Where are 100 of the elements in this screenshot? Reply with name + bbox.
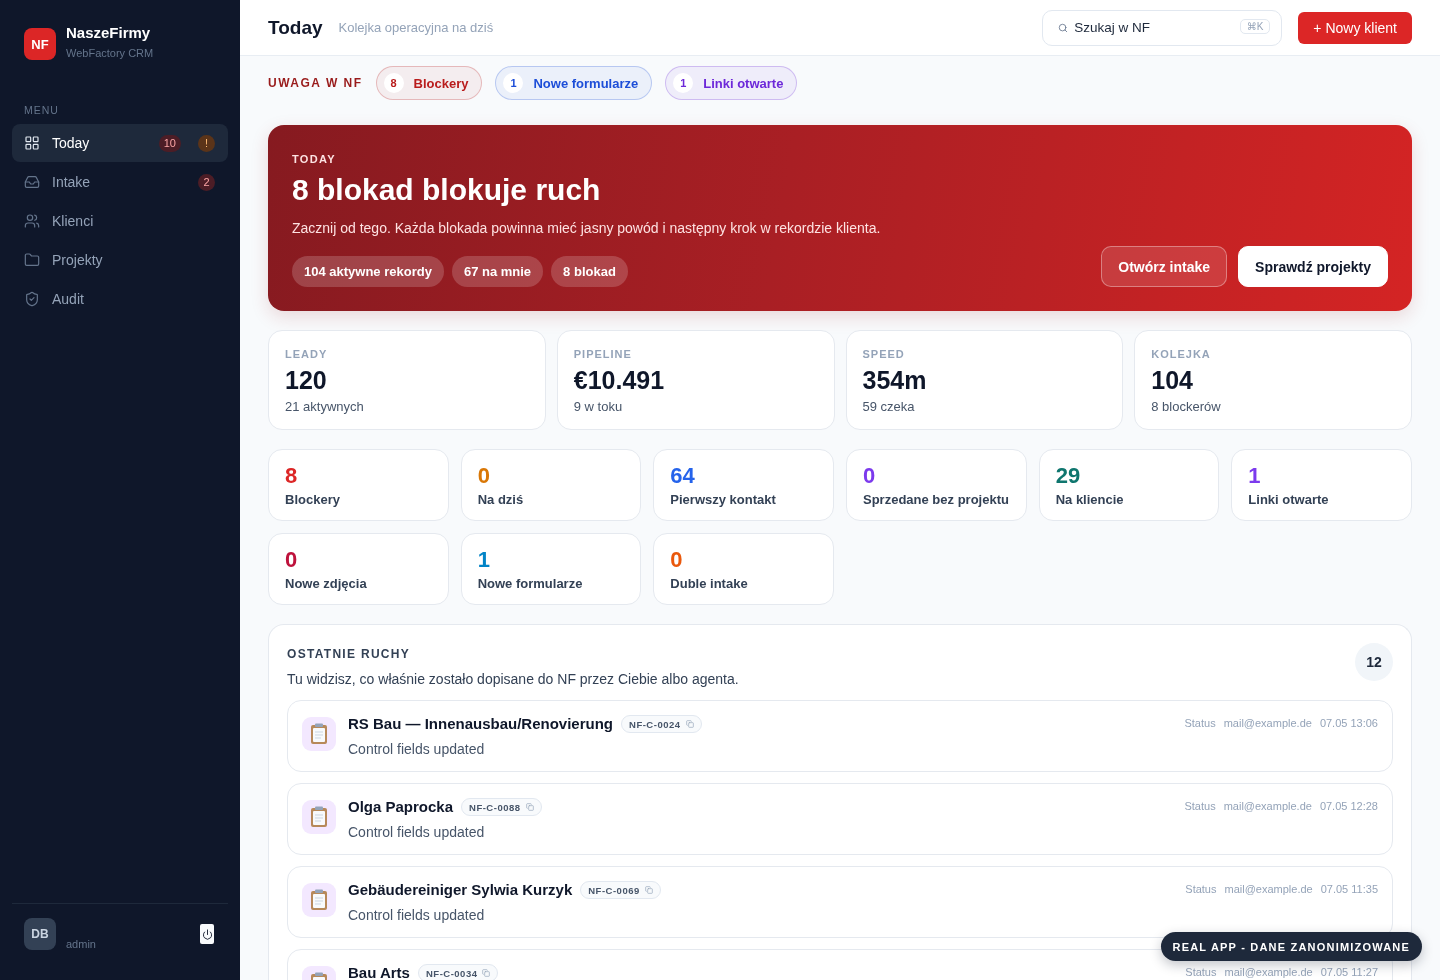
kpi-note: 9 w toku <box>573 398 624 416</box>
page-title: Today <box>268 16 323 39</box>
copy-id-button[interactable]: NF-C-0034 <box>417 964 499 980</box>
secondary-action-button[interactable]: Otwórz intake <box>1101 246 1228 287</box>
count-badge: 2 <box>198 173 215 191</box>
users-icon <box>24 213 40 229</box>
kpi-label: SPEED <box>862 348 906 361</box>
stat-chip: 104 aktywne rekordy <box>292 256 444 287</box>
copy-icon <box>685 720 694 728</box>
pill-count: 1 <box>673 73 694 93</box>
copy-icon <box>644 886 653 894</box>
attention-pill[interactable]: 8 Blockery <box>375 66 483 100</box>
attention-pill[interactable]: 1 Nowe formularze <box>495 66 653 100</box>
count-badge: ! <box>198 134 215 152</box>
counter-value: 0 <box>863 463 877 489</box>
attention-label: UWAGA W NF <box>268 76 363 90</box>
count-badge: 10 <box>158 134 181 152</box>
brand-name: NaszeFirmy <box>66 24 152 42</box>
counter-label: Nowe zdjęcia <box>285 575 368 593</box>
author-email: mail@example.de <box>1223 799 1312 813</box>
pill-label: Linki otwarte <box>703 75 784 91</box>
counter-label: Sprzedane bez projektu <box>863 491 1010 509</box>
change-type: Status <box>1184 716 1216 730</box>
search-icon <box>1058 22 1069 33</box>
hero-description: Zacznij od tego. Każda blokada powinna mieć jasny powód i następny krok w rekordzie klienta. <box>292 219 881 238</box>
pill-count: 8 <box>383 73 404 93</box>
timestamp: 07.05 11:35 <box>1320 882 1378 896</box>
nav-item[interactable]: Projekty <box>12 241 228 279</box>
folder-icon <box>24 252 40 268</box>
counter-card[interactable]: 64 Pierwszy kontakt <box>653 449 834 521</box>
page-subtitle: Kolejka operacyjna na dziś <box>338 20 494 35</box>
primary-action-button[interactable]: Sprawdź projekty <box>1238 246 1388 287</box>
copy-icon <box>525 803 534 811</box>
counter-label: Linki otwarte <box>1248 491 1330 509</box>
pill-label: Nowe formularze <box>533 75 639 91</box>
shortcut-hint: ⌘K <box>1239 18 1271 34</box>
logout-button[interactable] <box>200 924 214 944</box>
kpi-value: 120 <box>285 365 328 395</box>
counter-card[interactable]: 0 Na dziś <box>460 449 642 521</box>
counter-value: 64 <box>670 463 696 489</box>
logo-mark: NF <box>24 28 56 60</box>
user-name: admin <box>66 938 96 950</box>
counter-card[interactable]: 0 Duble intake <box>653 533 834 605</box>
shield-icon <box>24 291 40 307</box>
kpi-value: 354m <box>862 365 928 395</box>
counter-label: Duble intake <box>670 575 749 593</box>
pill-label: Blockery <box>413 75 469 91</box>
kpi-note: 59 czeka <box>862 398 916 416</box>
kpi-value: €10.491 <box>573 365 666 395</box>
kpi-note: 8 blockerów <box>1151 398 1222 416</box>
counter-label: Na dziś <box>477 491 525 509</box>
attention-pill[interactable]: 1 Linki otwarte <box>665 66 798 100</box>
counter-value: 1 <box>477 547 491 573</box>
timestamp: 07.05 13:06 <box>1319 716 1378 730</box>
item-summary: Control fields updated <box>348 740 486 759</box>
author-email: mail@example.de <box>1223 716 1312 730</box>
new-client-button[interactable]: + Nowy klient <box>1298 11 1412 44</box>
activity-item[interactable]: Gebäudereiniger Sylwia Kurzyk NF-C-0069 Control fields updated Status mail@example.de 07.05 11:35 <box>287 866 1393 938</box>
stat-chip: 8 blokad <box>551 256 628 287</box>
nav-item[interactable]: Audit <box>12 280 228 318</box>
menu-heading: MENU <box>24 104 60 116</box>
stat-chip: 67 na mnie <box>451 256 544 287</box>
counter-value: 29 <box>1055 463 1082 489</box>
copy-id-button[interactable]: NF-C-0069 <box>580 881 661 899</box>
copy-id-button[interactable]: NF-C-0088 <box>461 798 542 816</box>
item-summary: Control fields updated <box>348 906 486 925</box>
kpi-note: 21 aktywnych <box>285 398 365 416</box>
activity-title: OSTATNIE RUCHY <box>287 647 412 661</box>
counter-card[interactable]: 1 Nowe formularze <box>460 533 642 605</box>
counter-value: 1 <box>1248 463 1262 489</box>
counter-card[interactable]: 0 Nowe zdjęcia <box>268 533 449 605</box>
activity-item[interactable]: Olga Paprocka NF-C-0088 Control fields updated Status mail@example.de 07.05 12:28 <box>287 783 1393 855</box>
change-type: Status <box>1185 965 1217 979</box>
nav-item[interactable]: Today 10 ! <box>12 124 228 162</box>
counter-card[interactable]: 29 Na kliencie <box>1038 449 1220 521</box>
nav-item[interactable]: Klienci <box>12 202 228 240</box>
counter-card[interactable]: 1 Linki otwarte <box>1231 449 1412 521</box>
counter-value: 8 <box>285 463 299 489</box>
counter-card[interactable]: 8 Blockery <box>268 449 449 521</box>
author-email: mail@example.de <box>1224 965 1313 979</box>
kpi-label: LEADY <box>285 348 329 361</box>
item-title: RS Bau — Innenausbau/Renovierung <box>348 715 614 733</box>
copy-icon <box>482 969 491 977</box>
counter-label: Blockery <box>285 491 341 509</box>
clipboard-icon <box>302 800 336 834</box>
nav-item[interactable]: Intake 2 <box>12 163 228 201</box>
item-title: Gebäudereiniger Sylwia Kurzyk <box>348 881 573 899</box>
timestamp: 07.05 12:28 <box>1319 799 1378 813</box>
counter-value: 0 <box>477 463 491 489</box>
user-avatar: DB <box>24 918 56 950</box>
item-title: Olga Paprocka <box>348 798 454 816</box>
kpi-label: PIPELINE <box>573 348 633 361</box>
activity-count: 12 <box>1355 643 1393 681</box>
counter-label: Nowe formularze <box>477 575 584 593</box>
timestamp: 07.05 11:27 <box>1320 965 1378 979</box>
copy-id-button[interactable]: NF-C-0024 <box>621 715 702 733</box>
counter-card[interactable]: 0 Sprzedane bez projektu <box>846 449 1027 521</box>
anonymized-data-toast: REAL APP - DANE ZANONIMIZOWANE <box>1160 932 1422 961</box>
item-title: Bau Arts <box>348 964 410 980</box>
activity-item[interactable]: RS Bau — Innenausbau/Renovierung NF-C-0024 Control fields updated Status mail@example.de 07.05 13:06 <box>287 700 1393 772</box>
